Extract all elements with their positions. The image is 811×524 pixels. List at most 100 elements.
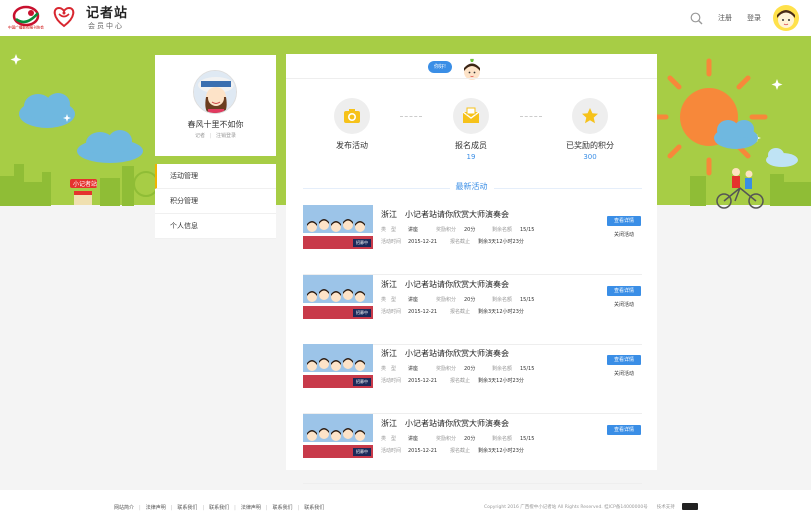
menu-item-activity-management[interactable]: 活动管理	[155, 164, 276, 189]
envelope-icon	[462, 107, 480, 123]
footer-link[interactable]: 网站简介	[114, 504, 134, 511]
close-activity-button[interactable]: 关闭活动	[607, 301, 641, 308]
stat-publish-activity[interactable]: 发布活动	[312, 98, 392, 153]
activity-row: 招募中 浙江 小记者站请你欣赏大师演奏会类 型 讲座 奖励积分 20分 剩余名额 15/15…	[303, 344, 642, 414]
stat-enrolled-members[interactable]: 报名成员 19	[431, 98, 511, 161]
type-value: 讲座	[408, 435, 419, 442]
view-details-button[interactable]: 查看详情	[607, 285, 641, 296]
deadline-value: 剩余3天12小时23分	[478, 239, 524, 245]
brand-subtitle: 会员中心	[88, 22, 124, 30]
profile-name: 春风十里不如你	[187, 120, 244, 129]
cloud-icon	[19, 93, 75, 128]
stat-awarded-points[interactable]: 已奖励的积分 300	[550, 98, 630, 161]
activity-title[interactable]: 浙江 小记者站请你欣赏大师演奏会	[381, 279, 509, 290]
close-activity-button[interactable]: 关闭活动	[607, 370, 641, 377]
footer-link[interactable]: 法律声明	[146, 504, 166, 511]
heart-logo[interactable]	[50, 4, 78, 28]
points-label: 奖励积分	[436, 435, 457, 442]
close-activity-button[interactable]: 关闭活动	[607, 231, 641, 238]
footer-link[interactable]: 法律声明	[241, 504, 261, 511]
footer-separator: |	[234, 505, 236, 511]
activity-row: 招募中 浙江 小记者站请你欣赏大师演奏会类 型 讲座 奖励积分 20分 剩余名额 15/15…	[303, 413, 642, 484]
section-title: 最新活动	[286, 181, 657, 192]
stat-value: 19	[466, 153, 476, 161]
view-details-button[interactable]: 查看详情	[607, 355, 641, 365]
points-label: 奖励积分	[436, 366, 457, 372]
site-footer: 网站简介 | 法律声明 | 联系我们 | 联系我们 | 法律声明 | 联系我们 | 联系我们 Copyr…	[0, 490, 811, 524]
activity-thumbnail[interactable]: 招募中	[303, 205, 373, 249]
view-details-button[interactable]: 查看详情	[607, 216, 641, 226]
cloud-icon	[77, 130, 143, 163]
type-value: 讲座	[408, 227, 419, 233]
search-icon[interactable]	[690, 12, 703, 25]
stat-label: 报名成员	[455, 141, 487, 150]
deadline-label: 报名截止	[450, 239, 471, 245]
cloud-icon	[766, 148, 798, 167]
activity-meta-row: 活动时间 2015-12-21 报名截止 剩余3天12小时23分	[381, 377, 524, 384]
side-menu: 活动管理 积分管理 个人信息	[155, 164, 276, 239]
activity-thumbnail[interactable]: 招募中	[303, 413, 373, 458]
section-title-text: 最新活动	[449, 182, 494, 191]
stat-label: 发布活动	[336, 141, 368, 150]
quota-label: 剩余名额	[492, 366, 513, 372]
activity-thumbnail[interactable]: 招募中	[303, 274, 373, 319]
type-value: 讲座	[408, 366, 419, 372]
footer-link[interactable]: 联系我们	[273, 504, 293, 511]
menu-item-label: 活动管理	[170, 172, 198, 180]
footer-link[interactable]: 联系我们	[304, 504, 324, 511]
activity-title[interactable]: 浙江 小记者站请你欣赏大师演奏会	[381, 209, 509, 220]
recruiting-badge: 招募中	[353, 308, 371, 317]
type-label: 类 型	[381, 296, 397, 303]
menu-item-personal-info[interactable]: 个人信息	[155, 214, 276, 239]
cloud-icon	[714, 120, 758, 149]
footer-separator: |	[265, 505, 268, 511]
register-link[interactable]: 注册	[718, 13, 732, 23]
deadline-label: 报名截止	[450, 447, 471, 454]
stat-icon-wrap	[334, 98, 370, 134]
quota-label: 剩余名额	[492, 227, 513, 233]
activity-row: 招募中 浙江 小记者站请你欣赏大师演奏会类 型 讲座 奖励积分 20分 剩余名额 15/15…	[303, 274, 642, 345]
type-label: 类 型	[381, 435, 397, 442]
activity-meta-row: 类 型 讲座 奖励积分 20分 剩余名额 15/15	[381, 365, 534, 372]
time-value: 2015-12-21	[408, 378, 438, 384]
association-logo[interactable]	[11, 5, 41, 27]
association-logo-text: 中国广播影视报刊协会	[8, 25, 44, 30]
points-label: 奖励积分	[436, 296, 457, 303]
stat-icon-wrap	[453, 98, 489, 134]
time-value: 2015-12-21	[408, 308, 438, 315]
points-value: 20分	[464, 435, 476, 442]
stat-value: 300	[583, 153, 597, 161]
quota-value: 15/15	[520, 435, 535, 442]
time-label: 活动时间	[381, 308, 402, 315]
footer-links: 网站简介 | 法律声明 | 联系我们 | 联系我们 | 法律声明 | 联系我们 | 联系我们	[114, 504, 324, 511]
activity-meta-row: 活动时间 2015-12-21 报名截止 剩余3天12小时23分	[381, 238, 524, 245]
user-avatar[interactable]	[773, 5, 799, 31]
footer-link[interactable]: 联系我们	[209, 504, 229, 511]
profile-photo[interactable]	[193, 70, 237, 114]
logout-link[interactable]: 注销登录	[216, 132, 236, 139]
deadline-value: 剩余3天12小时23分	[478, 308, 524, 315]
station-sign-text: 小记者站	[73, 180, 97, 188]
profile-links: 记者 | 注销登录	[155, 132, 276, 139]
stat-icon-wrap	[572, 98, 608, 134]
time-value: 2015-12-21	[408, 239, 438, 245]
time-label: 活动时间	[381, 378, 402, 384]
activity-thumbnail[interactable]: 招募中	[303, 344, 373, 388]
menu-item-points-management[interactable]: 积分管理	[155, 189, 276, 214]
tech-support-badge[interactable]	[682, 503, 698, 510]
footer-link[interactable]: 联系我们	[177, 504, 197, 511]
footer-separator: |	[139, 505, 141, 511]
view-details-button[interactable]: 查看详情	[607, 424, 641, 435]
recruiting-badge: 招募中	[353, 447, 371, 456]
camera-icon	[344, 109, 360, 123]
site-header: 中国广播影视报刊协会 记者站 会员中心 注册 登录	[0, 0, 811, 36]
recruiting-badge: 招募中	[353, 378, 371, 386]
activity-meta-row: 类 型 讲座 奖励积分 20分 剩余名额 15/15	[381, 435, 534, 442]
points-value: 20分	[464, 366, 476, 372]
points-value: 20分	[464, 296, 476, 303]
activity-title[interactable]: 浙江 小记者站请你欣赏大师演奏会	[381, 348, 509, 359]
sun-icon	[650, 58, 768, 176]
activity-title[interactable]: 浙江 小记者站请你欣赏大师演奏会	[381, 418, 509, 429]
quota-label: 剩余名额	[492, 435, 513, 442]
login-link[interactable]: 登录	[747, 13, 761, 23]
